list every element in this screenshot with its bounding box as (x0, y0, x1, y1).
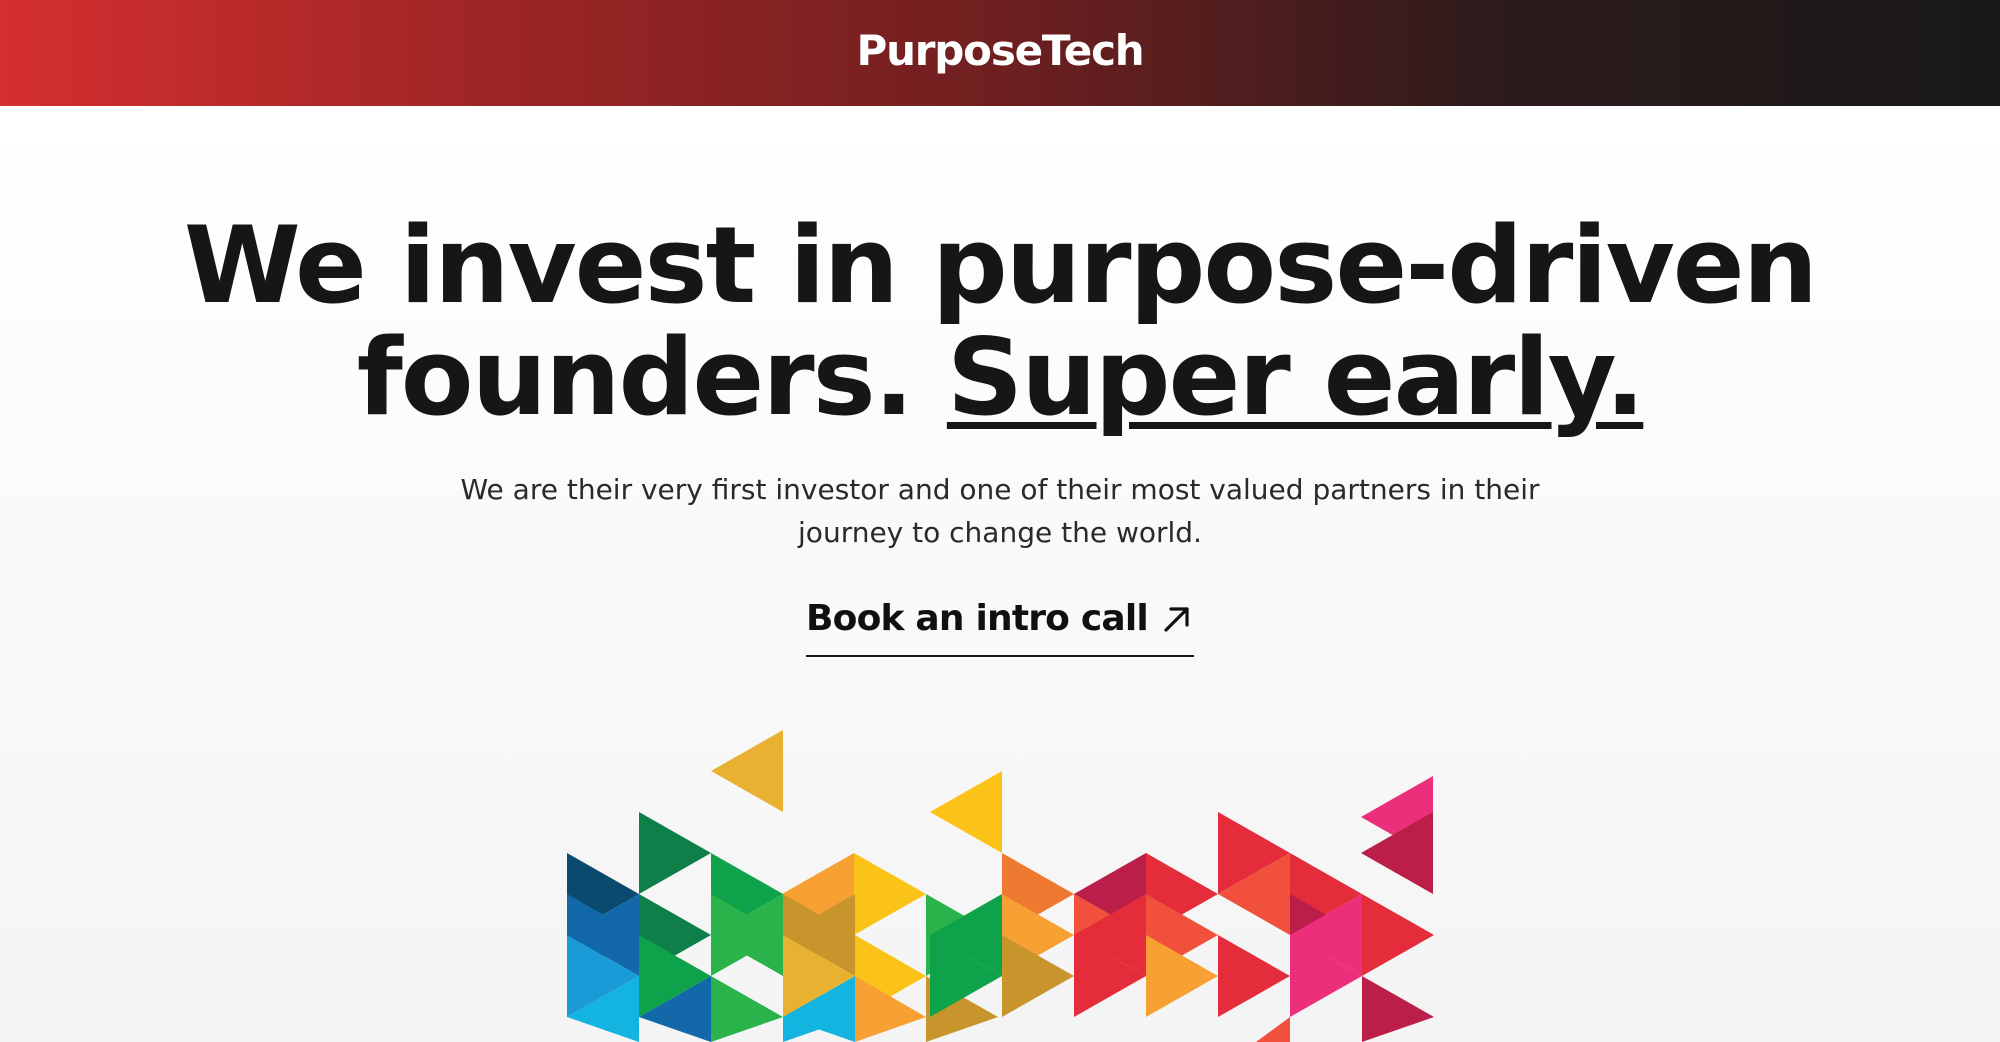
mosaic-triangle (1218, 935, 1290, 1017)
mosaic-triangle (711, 730, 783, 812)
hero-section: We invest in purpose-driven founders. Su… (0, 210, 2000, 657)
headline-emphasis: Super early. (946, 316, 1645, 439)
mosaic-triangle (639, 812, 711, 894)
sdg-triangle-mosaic (567, 730, 1434, 1042)
arrow-up-right-icon (1160, 602, 1194, 636)
brand-logo[interactable]: PurposeTech (857, 26, 1145, 75)
mosaic-triangle (854, 853, 926, 935)
top-bar: PurposeTech (0, 0, 2000, 106)
mosaic-triangle (930, 771, 1002, 853)
mosaic-triangle (1362, 894, 1434, 976)
headline-line-2: founders. (356, 316, 947, 439)
mosaic-triangle (1362, 976, 1434, 1042)
mosaic-triangle (1256, 1017, 1290, 1042)
headline-line-1: We invest in purpose-driven (183, 204, 1818, 327)
mosaic-triangle (711, 976, 783, 1042)
hero-subtext: We are their very first investor and one… (460, 473, 1540, 549)
hero-headline: We invest in purpose-driven founders. Su… (0, 210, 2000, 434)
cta-label: Book an intro call (806, 598, 1149, 639)
book-intro-call-link[interactable]: Book an intro call (806, 598, 1194, 657)
